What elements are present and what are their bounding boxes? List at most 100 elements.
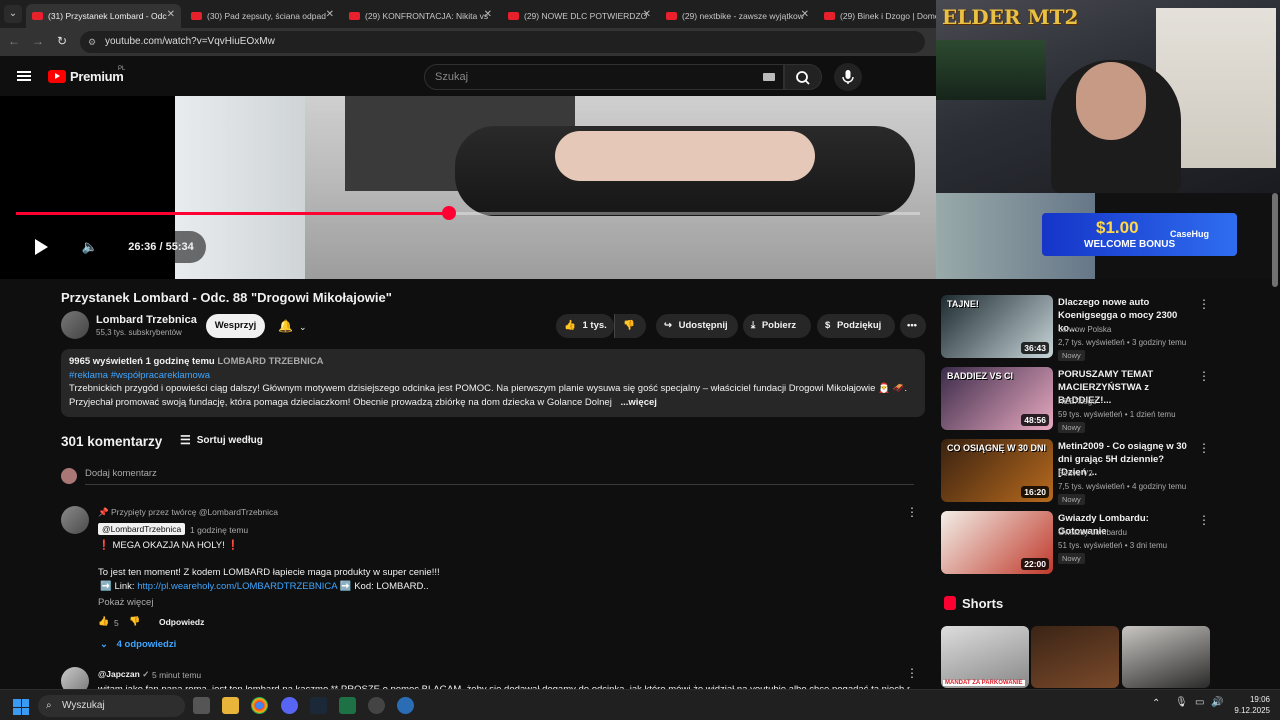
tab-title: (29) KONFRONTACJA: Nikita vs bbox=[365, 11, 489, 21]
share-button[interactable]: ↪ Udostępnij bbox=[656, 314, 738, 338]
reply-button[interactable]: Odpowiedz bbox=[159, 617, 204, 627]
tab-6[interactable]: (29) Binek i Dzogo | Domek bbox=[818, 4, 936, 28]
video-hand-area bbox=[555, 131, 815, 181]
support-button[interactable]: Wesprzyj bbox=[206, 314, 265, 338]
comment-menu-button[interactable]: ⋮ bbox=[906, 667, 918, 679]
tab-search-icon[interactable]: ⌄ bbox=[4, 5, 22, 23]
pin-icon: 📌 bbox=[98, 507, 111, 517]
comment-line-1: ❗ MEGA OKAZJA NA HOLY! ❗ bbox=[98, 540, 240, 551]
new-badge: Nowy bbox=[1058, 553, 1085, 564]
recommended-thumbnail[interactable]: TAJNE! 36:43 bbox=[941, 295, 1053, 358]
recommended-channel[interactable]: Beave V2 bbox=[1058, 467, 1093, 480]
comment-author[interactable]: @Japczan ✓ bbox=[98, 669, 149, 680]
video-title: Przystanek Lombard - Odc. 88 "Drogowi Mi… bbox=[61, 290, 392, 305]
file-explorer-icon[interactable] bbox=[222, 697, 239, 714]
url-field[interactable]: ⚙ youtube.com/watch?v=VqvHiuEOxMw bbox=[80, 31, 925, 53]
notification-bell-button[interactable]: 🔔 ⌄ bbox=[272, 314, 322, 338]
more-link[interactable]: ...więcej bbox=[620, 397, 656, 408]
short-thumbnail[interactable] bbox=[1122, 626, 1210, 688]
settings-icon[interactable] bbox=[397, 697, 414, 714]
comment-like-count: 5 bbox=[114, 618, 119, 628]
recommended-menu-icon[interactable]: ⋮ bbox=[1198, 369, 1210, 383]
close-tab-icon[interactable]: ✕ bbox=[643, 9, 651, 20]
discord-icon[interactable] bbox=[281, 697, 298, 714]
replies-toggle[interactable]: ⌄ 4 odpowiedzi bbox=[100, 639, 176, 650]
show-more-button[interactable]: Pokaż więcej bbox=[98, 596, 153, 610]
comment-avatar[interactable] bbox=[61, 506, 89, 534]
voice-search-button[interactable] bbox=[834, 63, 862, 91]
thumbnail-text: TAJNE! bbox=[947, 299, 979, 309]
recommended-thumbnail[interactable]: CO OSIĄGNĘ W 30 DNI 16:20 bbox=[941, 439, 1053, 502]
windows-start-icon[interactable] bbox=[13, 699, 29, 715]
reload-icon[interactable]: ↻ bbox=[54, 34, 70, 48]
recommended-channel[interactable]: carwow Polska bbox=[1058, 323, 1111, 336]
close-tab-icon[interactable]: ✕ bbox=[801, 9, 809, 20]
network-icon[interactable]: ▭ bbox=[1195, 697, 1204, 708]
thanks-button[interactable]: $ Podziękuj bbox=[817, 314, 895, 338]
recommended-thumbnail[interactable]: BADDIEZ VS CI 48:56 bbox=[941, 367, 1053, 430]
page-scrollbar[interactable] bbox=[1272, 193, 1278, 287]
excel-icon[interactable] bbox=[339, 697, 356, 714]
recommended-menu-icon[interactable]: ⋮ bbox=[1198, 297, 1210, 311]
recommended-menu-icon[interactable]: ⋮ bbox=[1198, 513, 1210, 527]
app-icon[interactable] bbox=[368, 697, 385, 714]
taskbar-search[interactable]: ⌕ Wyszukaj bbox=[38, 695, 185, 717]
recommended-channel[interactable]: Gwiazdy Lombardu bbox=[1058, 526, 1127, 539]
forward-icon[interactable]: → bbox=[30, 34, 46, 48]
tab-3[interactable]: (29) KONFRONTACJA: Nikita vs ✕ bbox=[343, 4, 498, 28]
sort-button[interactable]: ☰ Sortuj według bbox=[180, 433, 263, 447]
comment-author[interactable]: @LombardTrzebnica bbox=[98, 523, 186, 535]
comment-time[interactable]: 1 godzinę temu bbox=[190, 525, 248, 535]
comment-dislike-button[interactable]: 👎 bbox=[129, 616, 140, 627]
add-comment-input[interactable]: Dodaj komentarz bbox=[85, 468, 914, 485]
short-thumbnail[interactable]: MANDAT ZA PARKOWANIE bbox=[941, 626, 1029, 688]
site-info-icon[interactable]: ⚙ bbox=[88, 31, 96, 53]
play-button[interactable] bbox=[22, 229, 58, 265]
task-view-icon[interactable] bbox=[193, 697, 210, 714]
recommended-channel[interactable]: NEEXcsgo bbox=[1058, 395, 1097, 408]
close-tab-icon[interactable]: ✕ bbox=[167, 9, 175, 20]
short-thumbnail[interactable] bbox=[1031, 626, 1119, 688]
speaker-icon[interactable]: 🔊 bbox=[1211, 697, 1223, 708]
steam-icon[interactable] bbox=[310, 697, 327, 714]
thumbs-down-icon: 👎 bbox=[129, 616, 141, 626]
youtube-logo-icon[interactable] bbox=[48, 70, 66, 83]
progress-scrubber[interactable] bbox=[441, 206, 456, 220]
chrome-icon[interactable] bbox=[251, 697, 268, 714]
tab-4[interactable]: (29) NOWE DLC POTWIERDZO ✕ bbox=[502, 4, 657, 28]
keyboard-icon[interactable] bbox=[763, 73, 775, 81]
tab-5[interactable]: (29) nextbike - zawsze wyjątkow ✕ bbox=[660, 4, 815, 28]
clock-date: 9.12.2025 bbox=[1234, 706, 1270, 715]
comment-link[interactable]: http://pl.weareholy.com/LOMBARDTRZEBNICA bbox=[137, 581, 337, 592]
clock[interactable]: 19:06 9.12.2025 bbox=[1234, 694, 1270, 716]
recommended-thumbnail[interactable]: 22:00 bbox=[941, 511, 1053, 574]
like-button[interactable]: 👍 1 tys. bbox=[556, 314, 614, 338]
channel-tag[interactable]: LOMBARD TRZEBNICA bbox=[217, 356, 323, 367]
tab-1[interactable]: (31) Przystanek Lombard - Odc ✕ bbox=[26, 4, 181, 28]
comment-time[interactable]: 5 minut temu bbox=[152, 670, 201, 680]
recommended-menu-icon[interactable]: ⋮ bbox=[1198, 441, 1210, 455]
dislike-button[interactable]: 👎 bbox=[614, 314, 646, 338]
comment-like-button[interactable]: 👍 bbox=[98, 616, 109, 627]
pinned-label: 📌 Przypięty przez twórcę @LombardTrzebni… bbox=[98, 507, 278, 518]
tab-2[interactable]: (30) Pad zepsuty, ściana odpad ✕ bbox=[185, 4, 340, 28]
channel-avatar[interactable] bbox=[61, 311, 89, 339]
volume-button[interactable]: 🔈 bbox=[72, 229, 108, 265]
description-box[interactable]: 9965 wyświetleń 1 godzinę temu LOMBARD T… bbox=[61, 349, 925, 417]
close-tab-icon[interactable]: ✕ bbox=[326, 9, 334, 20]
microphone-tray-icon[interactable]: 🎙 bbox=[1175, 697, 1188, 708]
tray-chevron-icon[interactable]: ⌃ bbox=[1152, 698, 1160, 709]
more-actions-button[interactable]: ••• bbox=[900, 314, 926, 338]
search-icon bbox=[796, 71, 810, 85]
download-button[interactable]: ⤓ Pobierz bbox=[743, 314, 811, 338]
back-icon[interactable]: ← bbox=[6, 34, 22, 48]
search-button[interactable] bbox=[784, 64, 822, 90]
hashtags[interactable]: #reklama #współpracareklamowa bbox=[69, 369, 917, 383]
comment-menu-button[interactable]: ⋮ bbox=[906, 506, 918, 518]
channel-name[interactable]: Lombard Trzebnica bbox=[96, 314, 197, 326]
close-tab-icon[interactable]: ✕ bbox=[484, 9, 492, 20]
menu-icon[interactable] bbox=[17, 71, 31, 81]
search-input[interactable]: Szukaj bbox=[424, 64, 784, 90]
thumbs-up-icon: 👍 bbox=[98, 616, 110, 626]
youtube-header: Premium PL Szukaj bbox=[0, 56, 936, 96]
